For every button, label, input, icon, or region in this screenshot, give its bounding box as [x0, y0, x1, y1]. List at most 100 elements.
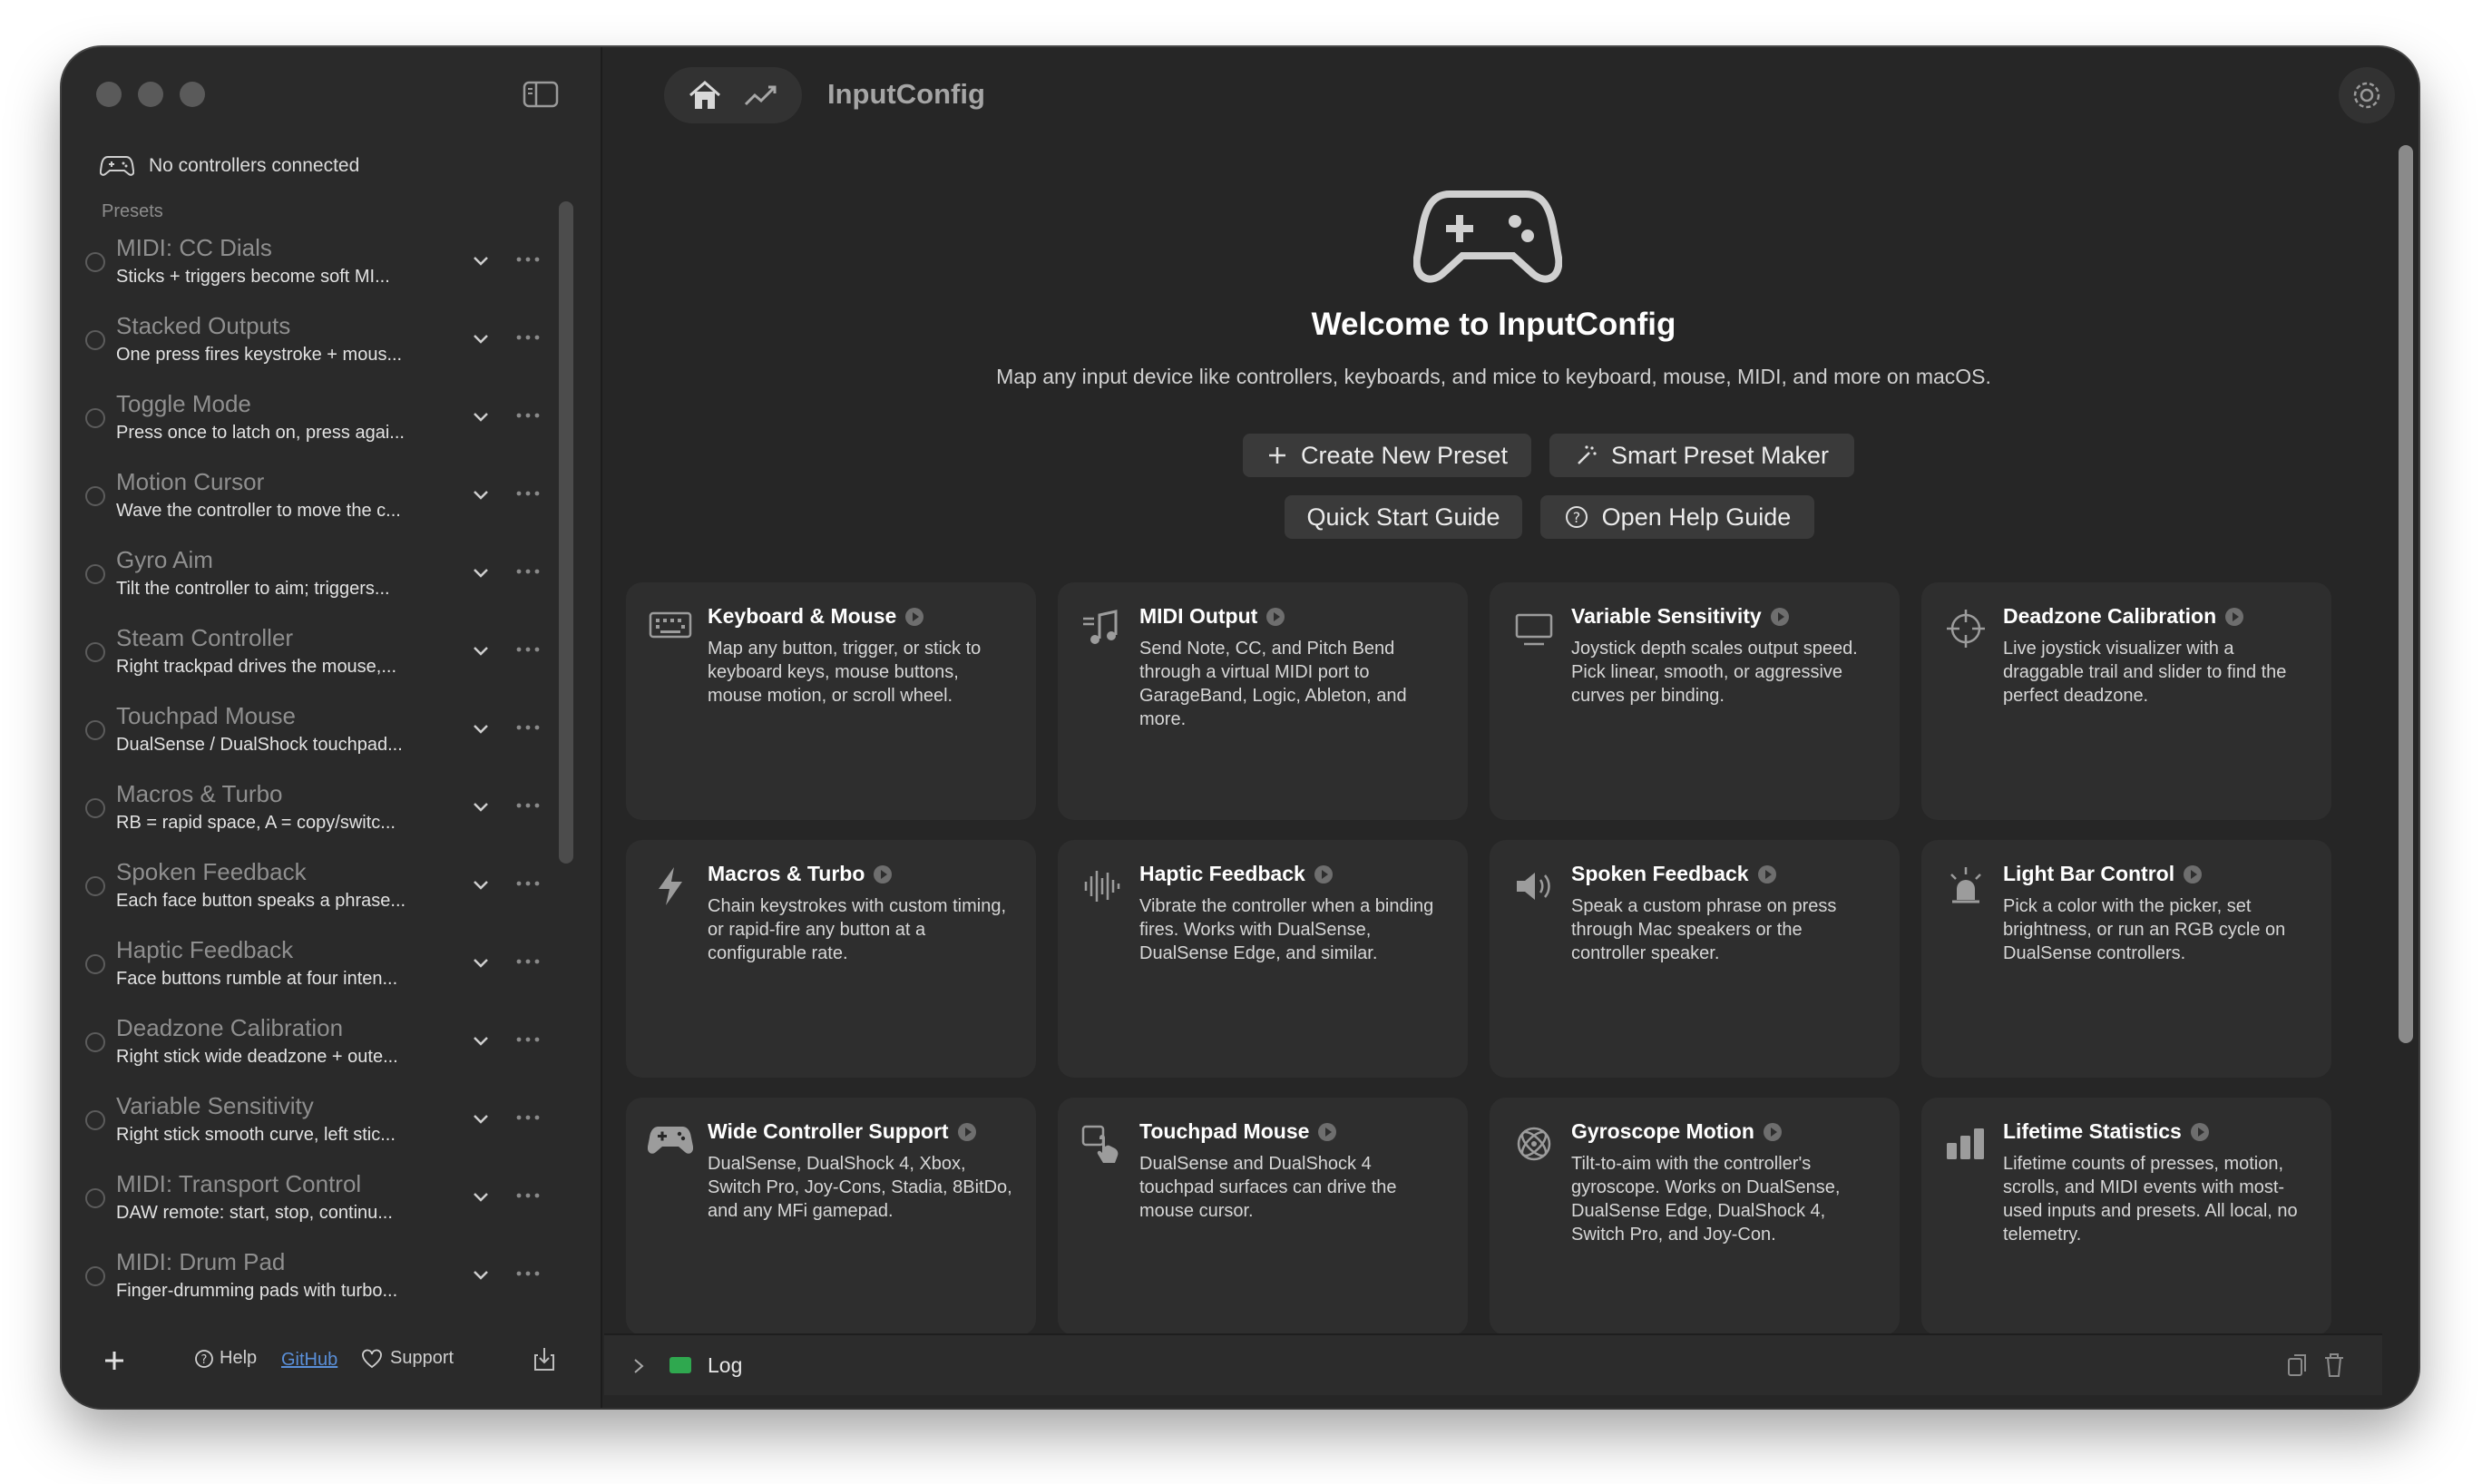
play-demo-icon[interactable] [1314, 864, 1333, 884]
play-demo-icon[interactable] [2184, 864, 2203, 884]
preset-item[interactable]: Toggle Mode Press once to latch on, press… [73, 381, 581, 459]
feature-card[interactable]: Spoken Feedback Speak a custom phrase on … [1490, 840, 1900, 1078]
open-help-guide-button[interactable]: ? Open Help Guide [1540, 495, 1814, 539]
chevron-down-icon[interactable] [470, 1110, 492, 1128]
preset-item[interactable]: Spoken Feedback Each face button speaks a… [73, 849, 581, 927]
content-scrollbar[interactable] [2393, 145, 2418, 1043]
github-link[interactable]: GitHub [281, 1350, 337, 1371]
chevron-down-icon[interactable] [470, 486, 492, 504]
preset-radio-button[interactable] [85, 1266, 105, 1286]
play-demo-icon[interactable] [1266, 607, 1285, 626]
export-icon[interactable] [530, 1344, 559, 1373]
feature-card[interactable]: Keyboard & Mouse Map any button, trigger,… [626, 582, 1036, 820]
preset-radio-button[interactable] [85, 642, 105, 662]
preset-item[interactable]: Macros & Turbo RB = rapid space, A = copy… [73, 771, 581, 849]
preset-radio-button[interactable] [85, 1110, 105, 1130]
chevron-down-icon[interactable] [470, 408, 492, 426]
add-preset-button[interactable] [100, 1346, 129, 1375]
more-options-icon[interactable] [512, 640, 544, 659]
preset-item[interactable]: Touchpad Mouse DualSense / DualShock touc… [73, 693, 581, 771]
quick-start-guide-button[interactable]: Quick Start Guide [1285, 495, 1522, 539]
preset-item[interactable]: MIDI: Transport Control DAW remote: start… [73, 1161, 581, 1239]
play-demo-icon[interactable] [874, 864, 893, 884]
more-options-icon[interactable] [512, 562, 544, 581]
preset-radio-button[interactable] [85, 1032, 105, 1052]
more-options-icon[interactable] [512, 1264, 544, 1283]
chevron-down-icon[interactable] [470, 330, 492, 348]
settings-button[interactable] [2339, 67, 2395, 123]
chevron-down-icon[interactable] [470, 1266, 492, 1284]
play-demo-icon[interactable] [1318, 1122, 1337, 1141]
feature-card[interactable]: Wide Controller Support DualSense, DualSh… [626, 1098, 1036, 1333]
preset-item[interactable]: Haptic Feedback Face buttons rumble at fo… [73, 927, 581, 1005]
more-options-icon[interactable] [512, 250, 544, 268]
home-icon[interactable] [687, 79, 723, 112]
zoom-window-button[interactable] [180, 82, 205, 107]
more-options-icon[interactable] [512, 328, 544, 347]
play-demo-icon[interactable] [1763, 1122, 1782, 1141]
preset-radio-button[interactable] [85, 330, 105, 350]
chevron-down-icon[interactable] [470, 720, 492, 738]
chevron-down-icon[interactable] [470, 252, 492, 270]
preset-radio-button[interactable] [85, 564, 105, 584]
sidebar-toggle-icon[interactable] [523, 80, 559, 109]
create-new-preset-button[interactable]: Create New Preset [1243, 434, 1531, 477]
feature-card[interactable]: Lifetime Statistics Lifetime counts of pr… [1921, 1098, 2331, 1333]
more-options-icon[interactable] [512, 1186, 544, 1205]
trash-icon[interactable] [2322, 1352, 2346, 1379]
feature-card[interactable]: Touchpad Mouse DualSense and DualShock 4 … [1058, 1098, 1468, 1333]
help-link[interactable]: ? Help [194, 1348, 257, 1369]
feature-card[interactable]: MIDI Output Send Note, CC, and Pitch Bend… [1058, 582, 1468, 820]
preset-item[interactable]: Variable Sensitivity Right stick smooth c… [73, 1083, 581, 1161]
preset-radio-button[interactable] [85, 252, 105, 272]
chevron-down-icon[interactable] [470, 642, 492, 660]
preset-list-scrollbar[interactable] [559, 201, 573, 864]
play-demo-icon[interactable] [905, 607, 924, 626]
feature-card[interactable]: Deadzone Calibration Live joystick visual… [1921, 582, 2331, 820]
chevron-right-icon[interactable] [631, 1357, 646, 1375]
preset-radio-button[interactable] [85, 486, 105, 506]
preset-item[interactable]: MIDI: CC Dials Sticks + triggers become s… [73, 225, 581, 303]
play-demo-icon[interactable] [1757, 864, 1776, 884]
play-demo-icon[interactable] [1770, 607, 1789, 626]
more-options-icon[interactable] [512, 874, 544, 893]
minimize-window-button[interactable] [138, 82, 163, 107]
feature-card[interactable]: Gyroscope Motion Tilt-to-aim with the con… [1490, 1098, 1900, 1333]
log-label[interactable]: Log [708, 1353, 742, 1378]
close-window-button[interactable] [96, 82, 122, 107]
chevron-down-icon[interactable] [470, 1188, 492, 1206]
preset-item[interactable]: Motion Cursor Wave the controller to move… [73, 459, 581, 537]
preset-item[interactable]: Stacked Outputs One press fires keystroke… [73, 303, 581, 381]
chevron-down-icon[interactable] [470, 876, 492, 894]
more-options-icon[interactable] [512, 952, 544, 971]
copy-icon[interactable] [2286, 1352, 2310, 1379]
line-chart-icon[interactable] [743, 81, 779, 110]
preset-item[interactable]: Deadzone Calibration Right stick wide dea… [73, 1005, 581, 1083]
preset-radio-button[interactable] [85, 954, 105, 974]
more-options-icon[interactable] [512, 796, 544, 815]
chevron-down-icon[interactable] [470, 1032, 492, 1050]
feature-card[interactable]: Light Bar Control Pick a color with the p… [1921, 840, 2331, 1078]
more-options-icon[interactable] [512, 406, 544, 425]
play-demo-icon[interactable] [2190, 1122, 2209, 1141]
play-demo-icon[interactable] [957, 1122, 976, 1141]
chevron-down-icon[interactable] [470, 954, 492, 972]
more-options-icon[interactable] [512, 1108, 544, 1127]
more-options-icon[interactable] [512, 484, 544, 503]
feature-card[interactable]: Variable Sensitivity Joystick depth scale… [1490, 582, 1900, 820]
preset-radio-button[interactable] [85, 876, 105, 896]
chevron-down-icon[interactable] [470, 564, 492, 582]
preset-item[interactable]: MIDI: Drum Pad Finger-drumming pads with … [73, 1239, 581, 1317]
preset-item[interactable]: Steam Controller Right trackpad drives th… [73, 615, 581, 693]
preset-radio-button[interactable] [85, 720, 105, 740]
play-demo-icon[interactable] [2225, 607, 2244, 626]
preset-radio-button[interactable] [85, 798, 105, 818]
feature-card[interactable]: Haptic Feedback Vibrate the controller wh… [1058, 840, 1468, 1078]
preset-radio-button[interactable] [85, 1188, 105, 1208]
chevron-down-icon[interactable] [470, 798, 492, 816]
preset-item[interactable]: Gyro Aim Tilt the controller to aim; trig… [73, 537, 581, 615]
preset-radio-button[interactable] [85, 408, 105, 428]
more-options-icon[interactable] [512, 718, 544, 737]
feature-card[interactable]: Macros & Turbo Chain keystrokes with cust… [626, 840, 1036, 1078]
more-options-icon[interactable] [512, 1030, 544, 1049]
